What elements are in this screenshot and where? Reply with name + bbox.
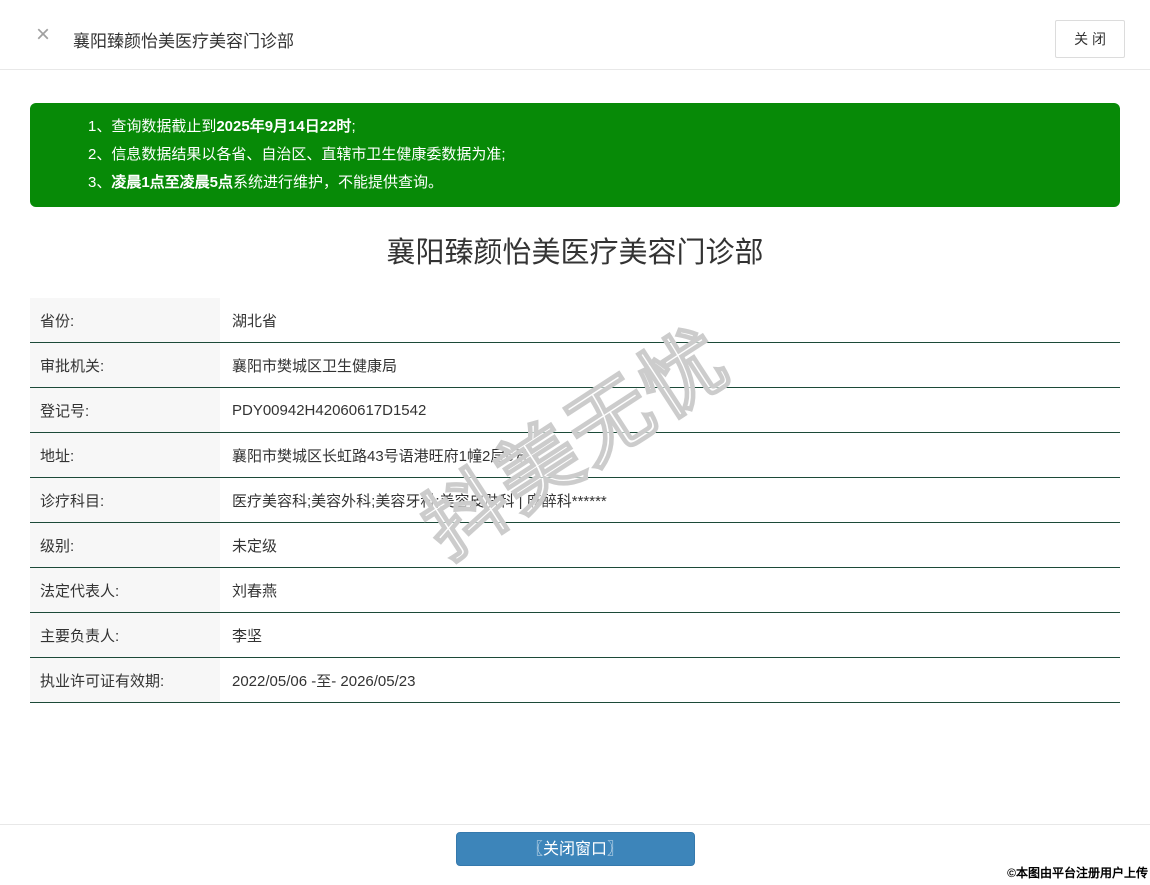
notice-line-3: 3、凌晨1点至凌晨5点系统进行维护，不能提供查询。 xyxy=(88,169,1090,197)
row-value: PDY00942H42060617D1542 xyxy=(220,388,1120,432)
row-value: 2022/05/06 -至- 2026/05/23 xyxy=(220,658,1120,702)
row-label: 法定代表人: xyxy=(30,568,220,612)
page-title: 襄阳臻颜怡美医疗美容门诊部 xyxy=(0,231,1150,275)
row-value: 刘春燕 xyxy=(220,568,1120,612)
footer-bar: 〖关闭窗口〗 xyxy=(0,824,1150,866)
row-label: 审批机关: xyxy=(30,343,220,387)
table-row-registration-number: 登记号: PDY00942H42060617D1542 xyxy=(30,388,1120,433)
query-result-page: × 襄阳臻颜怡美医疗美容门诊部 关 闭 1、查询数据截止到2025年9月14日2… xyxy=(0,0,1150,885)
table-row-main-responsible-person: 主要负责人: 李坚 xyxy=(30,613,1120,658)
upload-attribution-caption: ©本图由平台注册用户上传 xyxy=(1007,864,1148,881)
table-row-address: 地址: 襄阳市樊城区长虹路43号语港旺府1幢2层6号 xyxy=(30,433,1120,478)
row-label: 登记号: xyxy=(30,388,220,432)
row-value: 湖北省 xyxy=(220,298,1120,342)
row-label: 主要负责人: xyxy=(30,613,220,657)
row-label: 地址: xyxy=(30,433,220,477)
row-label: 诊疗科目: xyxy=(30,478,220,522)
row-value: 医疗美容科;美容外科;美容牙科;美容皮肤科 | 麻醉科****** xyxy=(220,478,1120,522)
spacer xyxy=(0,703,1150,824)
row-label: 执业许可证有效期: xyxy=(30,658,220,702)
table-row-legal-representative: 法定代表人: 刘春燕 xyxy=(30,568,1120,613)
table-row-license-validity: 执业许可证有效期: 2022/05/06 -至- 2026/05/23 xyxy=(30,658,1120,703)
row-value: 未定级 xyxy=(220,523,1120,567)
notice-banner: 1、查询数据截止到2025年9月14日22时; 2、信息数据结果以各省、自治区、… xyxy=(30,103,1120,207)
table-row-level: 级别: 未定级 xyxy=(30,523,1120,568)
row-label: 级别: xyxy=(30,523,220,567)
row-value: 襄阳市樊城区卫生健康局 xyxy=(220,343,1120,387)
window-title: 襄阳臻颜怡美医疗美容门诊部 xyxy=(73,27,294,52)
close-x-icon[interactable]: × xyxy=(36,22,50,48)
table-row-approval-authority: 审批机关: 襄阳市樊城区卫生健康局 xyxy=(30,343,1120,388)
notice-line-2: 2、信息数据结果以各省、自治区、直辖市卫生健康委数据为准; xyxy=(88,141,1090,169)
table-row-medical-subjects: 诊疗科目: 医疗美容科;美容外科;美容牙科;美容皮肤科 | 麻醉科****** xyxy=(30,478,1120,523)
row-value: 李坚 xyxy=(220,613,1120,657)
row-label: 省份: xyxy=(30,298,220,342)
institution-info-table: 省份: 湖北省 审批机关: 襄阳市樊城区卫生健康局 登记号: PDY00942H… xyxy=(30,298,1120,703)
close-button[interactable]: 关 闭 xyxy=(1055,20,1125,58)
notice-line-1: 1、查询数据截止到2025年9月14日22时; xyxy=(88,113,1090,141)
table-row-province: 省份: 湖北省 xyxy=(30,298,1120,343)
top-bar: × 襄阳臻颜怡美医疗美容门诊部 关 闭 xyxy=(0,0,1150,70)
row-value: 襄阳市樊城区长虹路43号语港旺府1幢2层6号 xyxy=(220,433,1120,477)
close-window-button[interactable]: 〖关闭窗口〗 xyxy=(456,832,695,866)
